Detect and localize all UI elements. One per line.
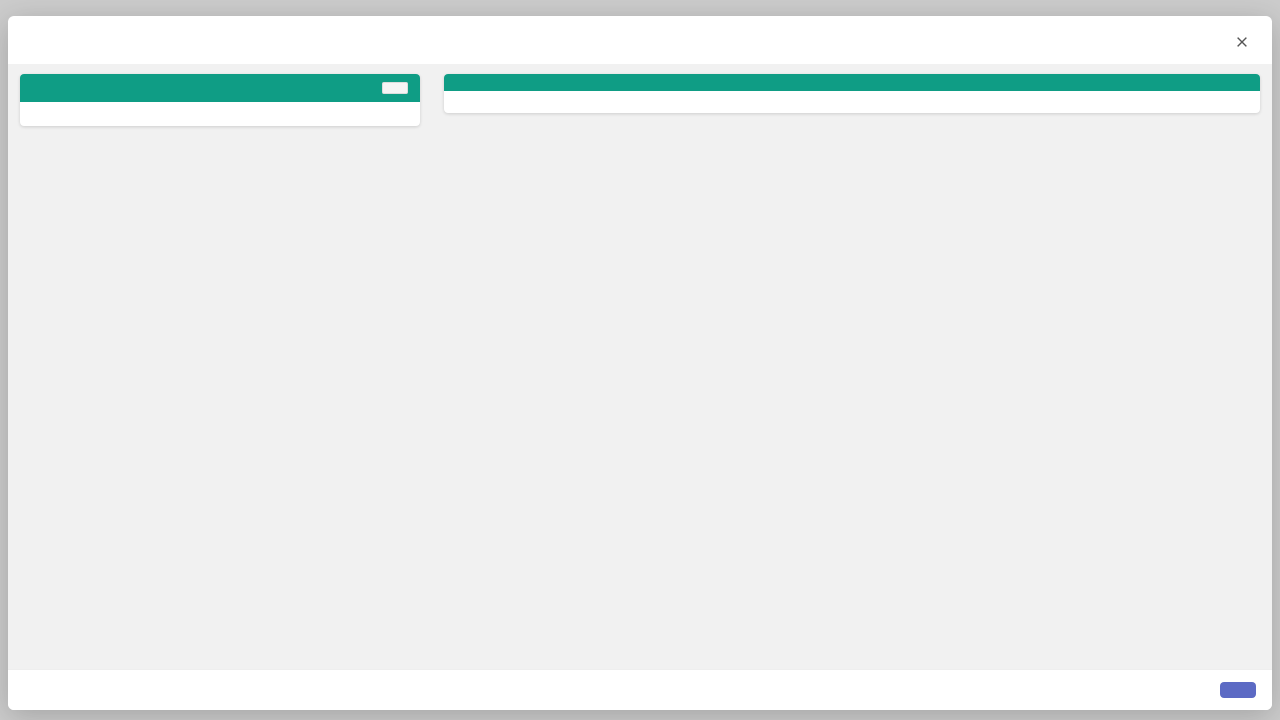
images-panel [20, 74, 420, 126]
variant-modal [8, 16, 1272, 710]
modal-footer [8, 669, 1272, 710]
images-panel-header [20, 74, 420, 102]
modal-body [8, 64, 1272, 669]
modal-header [8, 16, 1272, 64]
variants-panel [444, 74, 1260, 113]
close-button[interactable] [1220, 682, 1256, 698]
images-grid [20, 102, 420, 126]
variants-body [444, 91, 1260, 113]
variants-panel-header [444, 74, 1260, 91]
close-icon[interactable] [1230, 30, 1254, 54]
show-names-button[interactable] [382, 82, 408, 94]
